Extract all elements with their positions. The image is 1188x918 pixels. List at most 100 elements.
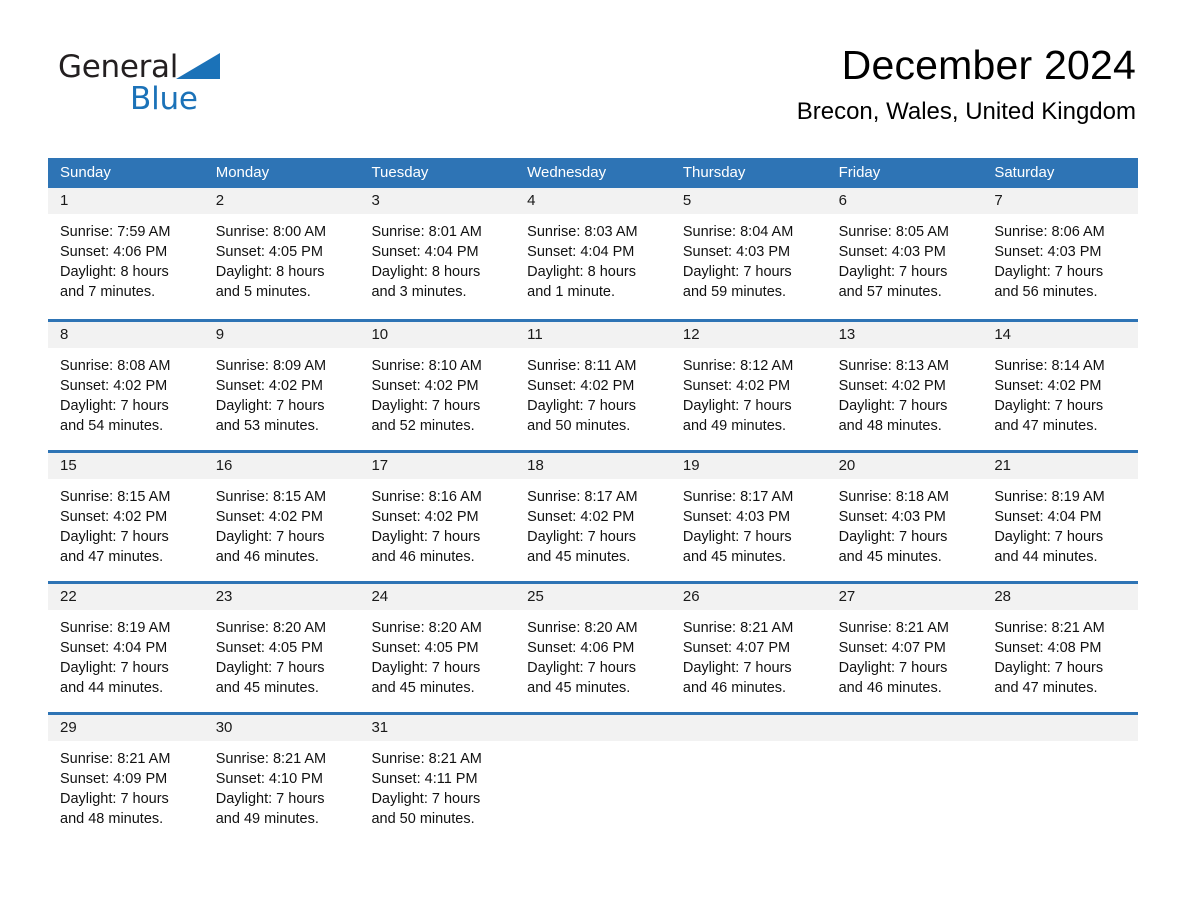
day-cell[interactable]: 23 Sunrise: 8:20 AM Sunset: 4:05 PM Dayl… <box>203 584 360 703</box>
day-cell[interactable]: 2 Sunrise: 8:00 AM Sunset: 4:05 PM Dayli… <box>203 188 360 310</box>
day-cell[interactable]: 16 Sunrise: 8:15 AM Sunset: 4:02 PM Dayl… <box>203 453 360 572</box>
daylight-line-2: and 56 minutes. <box>994 284 1098 300</box>
day-cell[interactable]: 29 Sunrise: 8:21 AM Sunset: 4:09 PM Dayl… <box>48 715 204 834</box>
day-number-band: 16 <box>203 453 360 479</box>
sunrise-line: Sunrise: 8:05 AM <box>838 224 950 240</box>
day-number-band: 25 <box>515 584 671 610</box>
calendar-page: General Blue December 2024 Brecon, Wales… <box>0 0 1188 918</box>
day-cell[interactable]: 14 Sunrise: 8:14 AM Sunset: 4:02 PM Dayl… <box>982 322 1139 441</box>
day-number: 28 <box>994 588 1011 605</box>
daylight-line-2: and 45 minutes. <box>371 680 475 696</box>
day-cell[interactable]: 4 Sunrise: 8:03 AM Sunset: 4:04 PM Dayli… <box>515 188 671 310</box>
general-blue-logo[interactable]: General Blue <box>58 50 288 117</box>
day-cell[interactable]: 19 Sunrise: 8:17 AM Sunset: 4:03 PM Dayl… <box>670 453 827 572</box>
sunrise-line: Sunrise: 8:13 AM <box>838 358 950 374</box>
day-cell[interactable]: 17 Sunrise: 8:16 AM Sunset: 4:02 PM Dayl… <box>359 453 516 572</box>
day-cell[interactable]: 12 Sunrise: 8:12 AM Sunset: 4:02 PM Dayl… <box>670 322 827 441</box>
day-number-band: 26 <box>670 584 827 610</box>
day-number-band: 23 <box>203 584 360 610</box>
sunset-line: Sunset: 4:03 PM <box>682 244 791 260</box>
logo-text-blue: Blue <box>130 81 198 117</box>
day-number-band: 7 <box>982 188 1139 214</box>
daylight-line-2: and 46 minutes. <box>215 549 319 565</box>
day-cell[interactable]: 20 Sunrise: 8:18 AM Sunset: 4:03 PM Dayl… <box>826 453 983 572</box>
day-number: 26 <box>682 588 700 605</box>
day-number-band: 2 <box>203 188 360 214</box>
day-cell[interactable]: 15 Sunrise: 8:15 AM Sunset: 4:02 PM Dayl… <box>48 453 204 572</box>
day-cell[interactable]: 8 Sunrise: 8:08 AM Sunset: 4:02 PM Dayli… <box>48 322 204 441</box>
daylight-line-1: Daylight: 7 hours <box>371 660 481 676</box>
day-details: Sunrise: 8:12 AM Sunset: 4:02 PM Dayligh… <box>671 348 827 436</box>
day-cell[interactable]: 18 Sunrise: 8:17 AM Sunset: 4:02 PM Dayl… <box>515 453 671 572</box>
sunset-line: Sunset: 4:03 PM <box>994 244 1102 260</box>
week-row: 22 Sunrise: 8:19 AM Sunset: 4:04 PM Dayl… <box>48 581 1139 703</box>
daylight-line-1: Daylight: 7 hours <box>682 398 792 414</box>
sunrise-line: Sunrise: 8:20 AM <box>371 620 482 636</box>
sunset-line: Sunset: 4:03 PM <box>838 509 946 525</box>
sunrise-line: Sunrise: 8:17 AM <box>527 489 638 505</box>
day-number-band <box>826 715 983 741</box>
daylight-line-1: Daylight: 7 hours <box>215 660 325 676</box>
daylight-line-2: and 59 minutes. <box>682 284 787 300</box>
day-cell[interactable]: 28 Sunrise: 8:21 AM Sunset: 4:08 PM Dayl… <box>982 584 1139 703</box>
day-details: Sunrise: 8:03 AM Sunset: 4:04 PM Dayligh… <box>515 214 671 302</box>
day-details: Sunrise: 8:01 AM Sunset: 4:04 PM Dayligh… <box>359 214 515 302</box>
sunset-line: Sunset: 4:02 PM <box>527 509 635 525</box>
daylight-line-2: and 49 minutes. <box>215 811 319 827</box>
day-cell[interactable]: 27 Sunrise: 8:21 AM Sunset: 4:07 PM Dayl… <box>826 584 983 703</box>
day-cell[interactable]: 10 Sunrise: 8:10 AM Sunset: 4:02 PM Dayl… <box>359 322 516 441</box>
day-cell[interactable]: 3 Sunrise: 8:01 AM Sunset: 4:04 PM Dayli… <box>359 188 516 310</box>
weekday-header-monday: Monday <box>215 164 270 181</box>
daylight-line-1: Daylight: 7 hours <box>215 529 325 545</box>
daylight-line-1: Daylight: 7 hours <box>60 398 169 414</box>
day-cell[interactable]: 30 Sunrise: 8:21 AM Sunset: 4:10 PM Dayl… <box>203 715 360 834</box>
daylight-line-2: and 45 minutes. <box>527 549 631 565</box>
day-cell[interactable]: 11 Sunrise: 8:11 AM Sunset: 4:02 PM Dayl… <box>515 322 671 441</box>
week-row: 15 Sunrise: 8:15 AM Sunset: 4:02 PM Dayl… <box>48 450 1139 572</box>
sunset-line: Sunset: 4:05 PM <box>371 640 479 656</box>
day-number-band: 29 <box>48 715 204 741</box>
daylight-line-1: Daylight: 7 hours <box>60 660 169 676</box>
day-details: Sunrise: 8:21 AM Sunset: 4:10 PM Dayligh… <box>204 741 360 829</box>
logo-bottom-row: Blue <box>58 81 288 117</box>
day-details: Sunrise: 8:21 AM Sunset: 4:07 PM Dayligh… <box>827 610 983 698</box>
day-number: 13 <box>838 326 856 343</box>
day-cell[interactable]: 21 Sunrise: 8:19 AM Sunset: 4:04 PM Dayl… <box>982 453 1139 572</box>
day-cell[interactable]: 25 Sunrise: 8:20 AM Sunset: 4:06 PM Dayl… <box>515 584 671 703</box>
daylight-line-2: and 45 minutes. <box>838 549 942 565</box>
sunset-line: Sunset: 4:11 PM <box>371 771 478 787</box>
day-cell[interactable]: 6 Sunrise: 8:05 AM Sunset: 4:03 PM Dayli… <box>826 188 983 310</box>
sunset-line: Sunset: 4:02 PM <box>60 509 168 525</box>
sunrise-line: Sunrise: 8:01 AM <box>371 224 482 240</box>
day-number: 23 <box>215 588 233 605</box>
day-cell[interactable]: 22 Sunrise: 8:19 AM Sunset: 4:04 PM Dayl… <box>48 584 204 703</box>
day-cell[interactable]: 26 Sunrise: 8:21 AM Sunset: 4:07 PM Dayl… <box>670 584 827 703</box>
sunrise-line: Sunrise: 8:15 AM <box>215 489 327 505</box>
week-row: 8 Sunrise: 8:08 AM Sunset: 4:02 PM Dayli… <box>48 319 1139 441</box>
day-cell[interactable]: 1 Sunrise: 7:59 AM Sunset: 4:06 PM Dayli… <box>48 188 204 310</box>
weekday-header-saturday: Saturday <box>994 164 1055 181</box>
day-number: 30 <box>215 719 233 736</box>
day-number: 8 <box>60 326 69 343</box>
day-cell[interactable]: 9 Sunrise: 8:09 AM Sunset: 4:02 PM Dayli… <box>203 322 360 441</box>
day-number-band: 10 <box>359 322 516 348</box>
sunset-line: Sunset: 4:02 PM <box>215 378 323 394</box>
day-cell[interactable]: 24 Sunrise: 8:20 AM Sunset: 4:05 PM Dayl… <box>359 584 516 703</box>
page-header: General Blue December 2024 Brecon, Wales… <box>0 0 1188 124</box>
day-number-band: 1 <box>48 188 204 214</box>
sunset-line: Sunset: 4:04 PM <box>527 244 635 260</box>
day-number: 21 <box>994 457 1011 474</box>
day-cell-empty <box>826 715 983 834</box>
day-number-band <box>515 715 671 741</box>
sunset-line: Sunset: 4:02 PM <box>371 509 479 525</box>
day-cell[interactable]: 5 Sunrise: 8:04 AM Sunset: 4:03 PM Dayli… <box>670 188 827 310</box>
day-cell[interactable]: 31 Sunrise: 8:21 AM Sunset: 4:11 PM Dayl… <box>359 715 516 834</box>
sunrise-line: Sunrise: 8:20 AM <box>215 620 327 636</box>
weekday-header-wednesday: Wednesday <box>527 164 607 181</box>
day-cell[interactable]: 7 Sunrise: 8:06 AM Sunset: 4:03 PM Dayli… <box>982 188 1139 310</box>
day-number: 6 <box>838 192 847 209</box>
sunrise-line: Sunrise: 8:06 AM <box>994 224 1105 240</box>
day-cell[interactable]: 13 Sunrise: 8:13 AM Sunset: 4:02 PM Dayl… <box>826 322 983 441</box>
day-number: 20 <box>838 457 856 474</box>
sunrise-line: Sunrise: 8:03 AM <box>527 224 638 240</box>
